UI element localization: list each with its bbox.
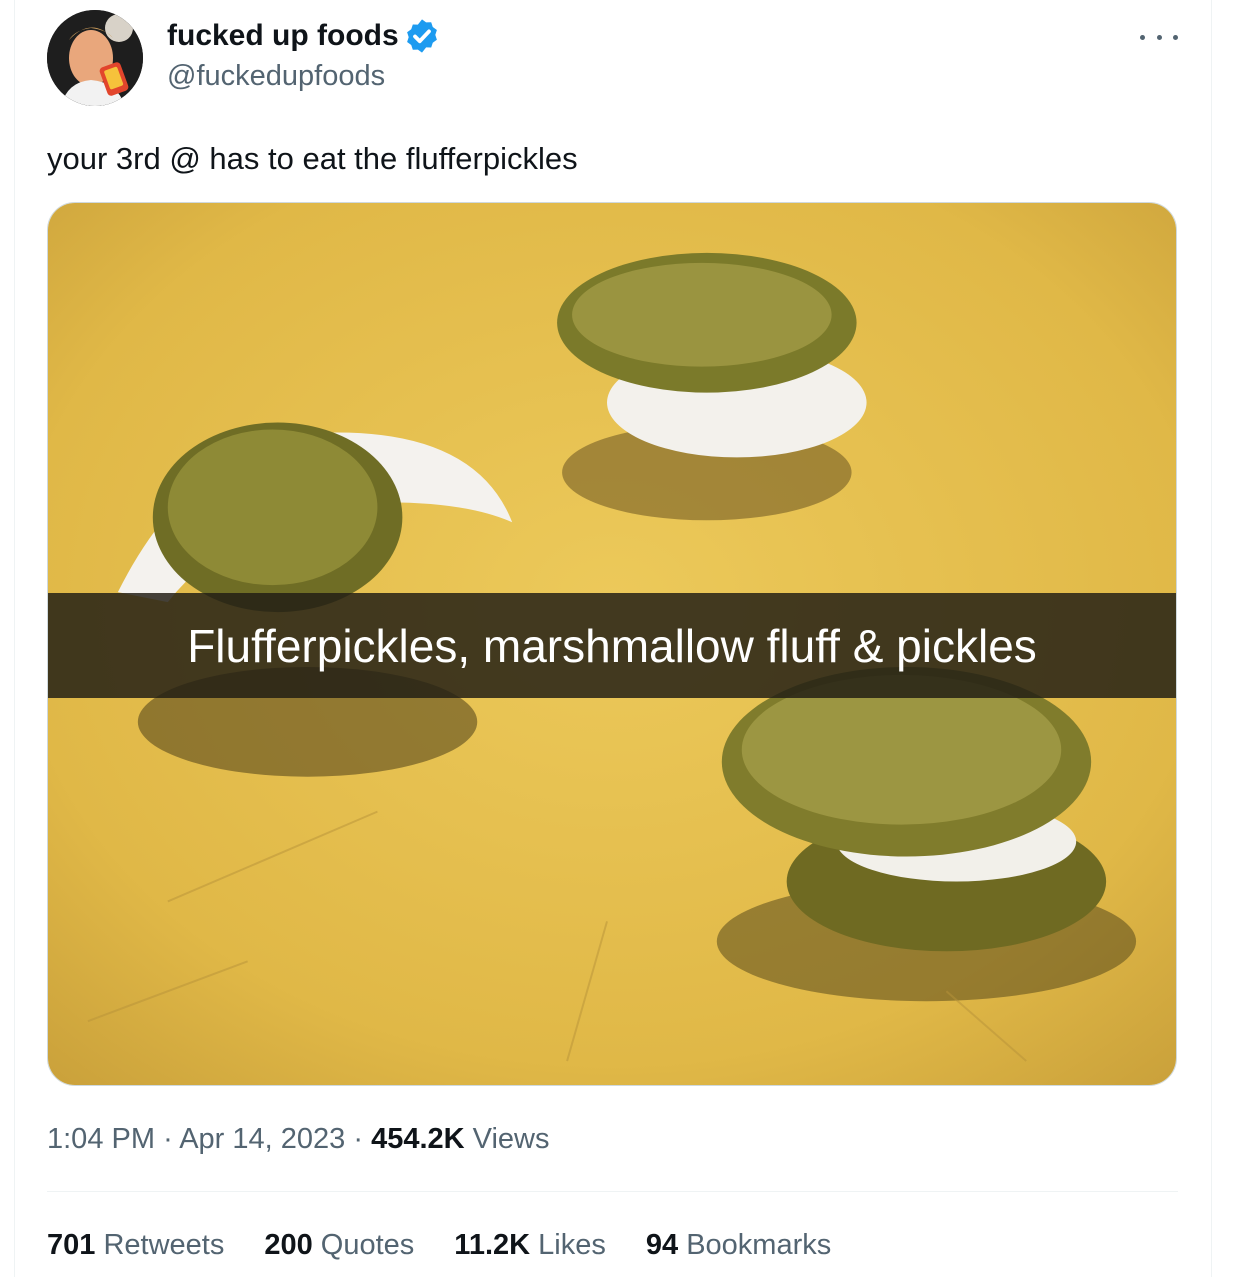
divider bbox=[47, 1191, 1178, 1192]
tweet-text: your 3rd @ has to eat the flufferpickles bbox=[47, 141, 578, 176]
tweet-meta: 1:04 PM · Apr 14, 2023 · 454.2K Views bbox=[47, 1119, 550, 1159]
stat-label: Bookmarks bbox=[686, 1229, 832, 1261]
stat-count: 94 bbox=[645, 1229, 679, 1261]
more-options-button[interactable] bbox=[1140, 22, 1178, 52]
stat-label: Retweets bbox=[103, 1229, 225, 1261]
tweet-stats: 701 Retweets 200 Quotes 11.2K Likes 94 B… bbox=[47, 1225, 871, 1265]
author-handle[interactable]: @fuckedupfoods bbox=[167, 58, 385, 94]
frame-border-right bbox=[1211, 0, 1212, 1277]
stat-retweets[interactable]: 701 Retweets bbox=[47, 1225, 224, 1265]
frame-border-left bbox=[14, 0, 15, 1277]
author-display-name-row[interactable]: fucked up foods bbox=[167, 16, 441, 56]
avatar-image bbox=[47, 10, 143, 106]
stat-label: Quotes bbox=[320, 1229, 415, 1261]
stat-quotes[interactable]: 200 Quotes bbox=[264, 1225, 414, 1265]
stat-count: 701 bbox=[47, 1229, 96, 1261]
verified-badge-icon bbox=[406, 19, 437, 53]
tweet-media[interactable]: Flufferpickles, marshmallow fluff & pick… bbox=[47, 202, 1177, 1086]
stat-likes[interactable]: 11.2K Likes bbox=[454, 1225, 606, 1265]
views-count: 454.2K bbox=[371, 1123, 465, 1155]
stat-count: 200 bbox=[264, 1229, 313, 1261]
meta-separator: · bbox=[163, 1123, 173, 1155]
stat-count: 11.2K bbox=[454, 1229, 531, 1261]
media-caption-text: Flufferpickles, marshmallow fluff & pick… bbox=[187, 619, 1037, 672]
more-dot-icon bbox=[1140, 34, 1145, 40]
more-dot-icon bbox=[1173, 34, 1178, 40]
avatar[interactable] bbox=[47, 10, 143, 106]
stat-label: Likes bbox=[538, 1229, 606, 1261]
tweet-time[interactable]: 1:04 PM bbox=[47, 1123, 155, 1155]
author-display-name[interactable]: fucked up foods bbox=[167, 16, 399, 56]
views-label: Views bbox=[472, 1123, 550, 1155]
media-caption-bar: Flufferpickles, marshmallow fluff & pick… bbox=[48, 593, 1176, 698]
tweet-date[interactable]: Apr 14, 2023 bbox=[179, 1123, 345, 1155]
stat-bookmarks[interactable]: 94 Bookmarks bbox=[646, 1225, 831, 1265]
more-dot-icon bbox=[1156, 34, 1162, 40]
meta-separator: · bbox=[353, 1123, 364, 1155]
